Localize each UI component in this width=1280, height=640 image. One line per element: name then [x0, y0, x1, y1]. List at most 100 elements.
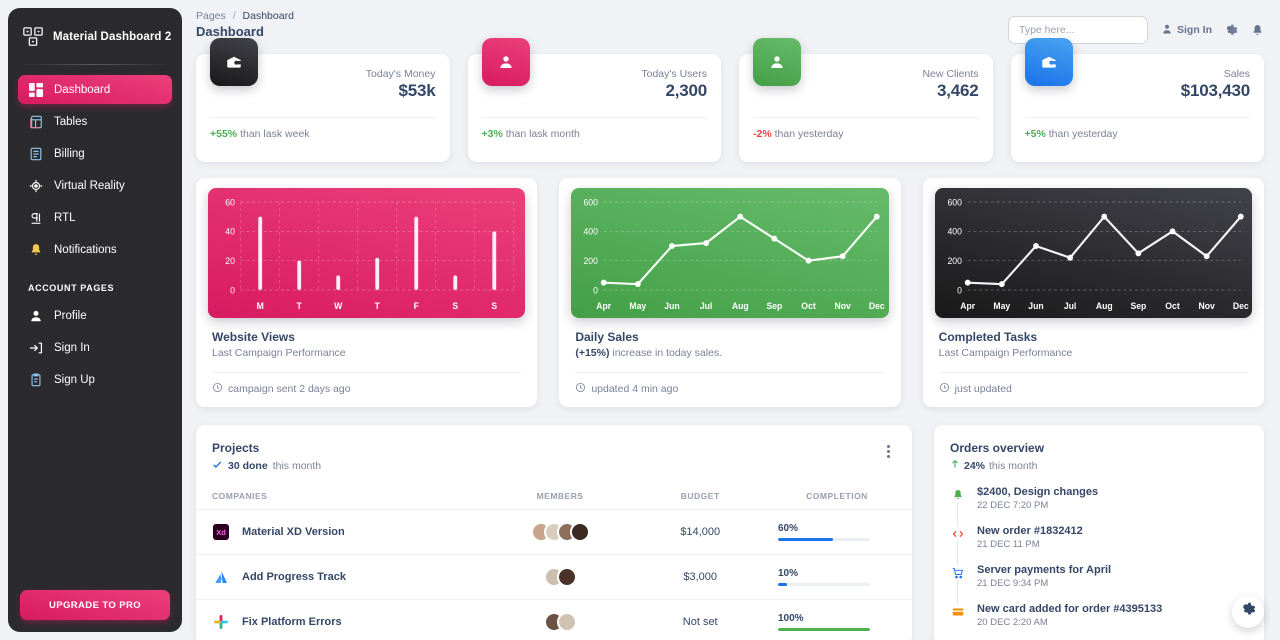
stat-delta-text: than yesterday [1048, 128, 1118, 140]
company: Fix Platform Errors [212, 614, 466, 631]
upgrade-to-pro-button[interactable]: UPGRADE TO PRO [20, 590, 170, 620]
timeline-item-title: New order #1832412 [977, 525, 1083, 537]
brand[interactable]: Material Dashboard 2 [8, 8, 182, 64]
svg-text:M: M [257, 301, 264, 311]
progress-bar-fill [778, 628, 870, 631]
cell-completion: 60% [762, 509, 912, 555]
chart-body: Completed Tasks Last Campaign Performanc… [935, 318, 1252, 373]
sidebar-item-label: Dashboard [54, 83, 111, 96]
projects-table-head: COMPANIES MEMBERS BUDGET COMPLETION [196, 485, 912, 510]
sidebar-item-label: RTL [54, 211, 76, 224]
chart-subtitle: Last Campaign Performance [938, 347, 1073, 359]
sidebar-item-label: Billing [54, 147, 85, 160]
clock-icon [212, 382, 223, 396]
sidebar-item-notifications[interactable]: Notifications [18, 235, 172, 264]
sidebar-item-rtl[interactable]: RTL [18, 203, 172, 232]
bottom-row: Projects 30 done this month COMPANIES ME… [196, 425, 1264, 640]
sidebar-item-sign-in[interactable]: Sign In [18, 333, 172, 362]
timeline-item-body: Server payments for April 21 DEC 9:34 PM [977, 564, 1111, 589]
notifications-bell-button[interactable] [1251, 24, 1264, 37]
timeline-item-body: $2400, Design changes 22 DEC 7:20 PM [977, 486, 1098, 511]
settings-gear-button[interactable] [1225, 24, 1238, 37]
sidebar-item-label: Profile [54, 309, 87, 322]
sidebar-item-billing[interactable]: Billing [18, 139, 172, 168]
stat-delta: +5% [1024, 128, 1046, 140]
column-header-members: MEMBERS [481, 485, 639, 510]
svg-text:60: 60 [225, 197, 235, 207]
breadcrumb-root[interactable]: Pages [196, 10, 226, 22]
svg-text:0: 0 [593, 285, 598, 295]
xd-logo-icon: Xd [212, 524, 229, 541]
timeline-item[interactable]: Server payments for April 21 DEC 9:34 PM [950, 564, 1248, 605]
svg-text:S: S [491, 301, 497, 311]
person-icon [1161, 23, 1173, 38]
table-row[interactable]: Xd Material XD Version $14,000 60% [196, 509, 912, 555]
company: Xd Material XD Version [212, 524, 466, 541]
stat-delta: +55% [210, 128, 238, 140]
completion-pct: 10% [778, 568, 799, 579]
chart-title: Completed Tasks [938, 330, 1038, 344]
timeline-item-date: 20 DEC 2:20 AM [977, 617, 1048, 628]
person-icon [481, 38, 530, 86]
svg-text:Sep: Sep [1130, 301, 1146, 311]
svg-text:Apr: Apr [960, 301, 975, 311]
projects-header-left: Projects 30 done this month [212, 441, 321, 473]
sidebar-item-label: Sign In [54, 341, 90, 354]
app-logo-icon [22, 26, 44, 48]
sidebar-divider [18, 64, 172, 65]
sidebar-item-tables[interactable]: Tables [18, 107, 172, 136]
svg-text:600: 600 [947, 197, 962, 207]
sign-in-icon [28, 340, 43, 355]
sidebar-inner: Material Dashboard 2 Dashboard Tables Bi… [8, 8, 182, 632]
cell-completion: 10% [762, 554, 912, 600]
cell-budget: $14,000 [638, 509, 762, 555]
sidebar-nav: Dashboard Tables Billing Virtual Reality [8, 75, 182, 397]
chart-footer: campaign sent 2 days ago [208, 373, 525, 407]
timeline-item[interactable]: $2400, Design changes 22 DEC 7:20 PM [950, 486, 1248, 527]
stat-footer: +5% than yesterday [1025, 118, 1251, 140]
sign-in-label: Sign In [1177, 24, 1212, 36]
table-row[interactable]: Add Progress Track $3,000 10% [196, 554, 912, 600]
sidebar-item-label: Tables [54, 115, 88, 128]
cell-budget: $3,000 [638, 554, 762, 600]
svg-text:Jun: Jun [1028, 301, 1043, 311]
timeline-item[interactable]: New card added for order #4395133 20 DEC… [950, 603, 1248, 628]
projects-menu-button[interactable] [881, 441, 896, 462]
chart-card-completed-tasks: 0 200 400 600 Apr May Jun Jul Aug Sep Oct Nov Dec Co… [922, 178, 1264, 407]
timeline-item-body: New order #1832412 21 DEC 11 PM [977, 525, 1083, 550]
settings-fab-button[interactable] [1232, 596, 1264, 628]
chart-cards-row: 0 20 40 60 M T W T F S S Website Views Last Campai… [196, 178, 1264, 407]
timeline-item-title: Server payments for April [977, 564, 1112, 576]
sidebar-item-profile[interactable]: Profile [18, 301, 172, 330]
cell-company: Fix Platform Errors [196, 599, 482, 640]
breadcrumb-current: Dashboard [242, 10, 294, 22]
breadcrumb-separator: / [232, 10, 236, 22]
sidebar-item-dashboard[interactable]: Dashboard [18, 75, 172, 104]
sign-in-link[interactable]: Sign In [1161, 23, 1212, 38]
sidebar-item-sign-up[interactable]: Sign Up [18, 365, 172, 394]
progress-bar-track [778, 583, 870, 586]
stat-card-new-clients: New Clients 3,462 -2% than yesterday [739, 38, 993, 162]
cart-icon [950, 565, 965, 580]
projects-title: Projects [212, 441, 260, 455]
table-row[interactable]: Fix Platform Errors Not set 100% [196, 599, 912, 640]
cell-completion: 100% [762, 599, 912, 640]
website-views-chart: 0 20 40 60 M T W T F S S [208, 188, 526, 318]
main-content: Pages / Dashboard Dashboard Sign In [190, 0, 1280, 640]
svg-text:200: 200 [584, 256, 599, 266]
stat-footer: -2% than yesterday [753, 118, 979, 140]
sidebar-section-label: ACCOUNT PAGES [28, 283, 115, 293]
sidebar-item-virtual-reality[interactable]: Virtual Reality [18, 171, 172, 200]
completion-pct: 60% [778, 523, 799, 534]
sidebar: Material Dashboard 2 Dashboard Tables Bi… [0, 0, 190, 640]
breadcrumb: Pages / Dashboard [196, 10, 294, 22]
stat-delta: +3% [481, 128, 503, 140]
column-header-budget: BUDGET [638, 485, 762, 510]
avatar [556, 567, 577, 587]
cell-members [481, 509, 639, 555]
vr-icon [28, 178, 43, 193]
stat-footer: +3% than lask month [482, 118, 708, 140]
timeline-item[interactable]: New order #1832412 21 DEC 11 PM [950, 525, 1248, 566]
chart-subtitle: Last Campaign Performance [212, 347, 346, 359]
orders-subtitle: 24% this month [950, 459, 1248, 472]
